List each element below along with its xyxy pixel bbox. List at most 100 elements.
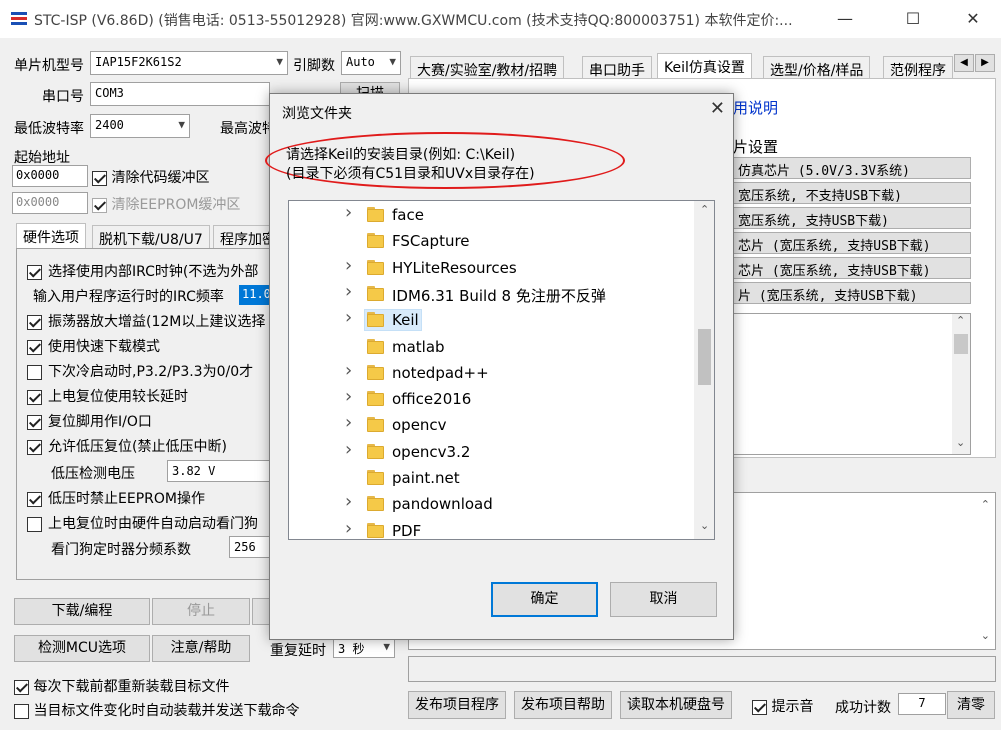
read-disk-id-button[interactable]: 读取本机硬盘号 — [620, 691, 732, 719]
chip-button-4[interactable]: 芯片 (宽压系统, 支持USB下载) — [733, 232, 971, 254]
option-lv-disable-eeprom[interactable]: 低压时禁止EEPROM操作 — [27, 488, 205, 508]
start-address-input[interactable]: 0x0000 — [12, 165, 88, 187]
min-baud-select[interactable]: 2400 ▼ — [90, 114, 190, 138]
option-low-voltage-reset[interactable]: 允许低压复位(禁止低压中断) — [27, 436, 227, 456]
chevron-right-icon[interactable]: › — [345, 360, 352, 381]
option-cold-start-p32[interactable]: 下次冷启动时,P3.2/P3.3为0/0才 — [27, 361, 253, 381]
close-window-button[interactable]: ✕ — [950, 0, 996, 38]
folder-item[interactable]: matlab — [289, 334, 694, 360]
folder-name: opencv3.2 — [392, 442, 471, 461]
folder-icon — [367, 233, 384, 249]
clear-code-checkbox[interactable]: 清除代码缓冲区 — [92, 167, 209, 187]
folder-item[interactable]: › office2016 — [289, 386, 694, 412]
chip-info-scrollbar[interactable]: ⌃ ⌄ — [952, 314, 970, 454]
publish-help-button[interactable]: 发布项目帮助 — [514, 691, 612, 719]
chevron-right-icon[interactable]: › — [345, 491, 352, 512]
folder-icon — [367, 364, 384, 380]
reload-before-download-checkbox[interactable]: 每次下载前都重新装载目标文件 — [14, 676, 229, 696]
option-label: 允许低压复位(禁止低压中断) — [48, 439, 227, 455]
folder-tree[interactable]: ⌃ ⌄ › face FSCapture › HYLiteResources › IDM6.… — [288, 200, 715, 540]
chevron-right-icon[interactable]: › — [345, 202, 352, 223]
chevron-right-icon[interactable]: › — [345, 255, 352, 276]
folder-icon — [367, 522, 384, 538]
checkbox-checked — [27, 314, 42, 330]
tab-keil-simulation[interactable]: Keil仿真设置 — [657, 53, 752, 80]
help-button[interactable]: 注意/帮助 — [152, 635, 250, 662]
minimize-button[interactable]: — — [822, 0, 868, 38]
download-program-button[interactable]: 下载/编程 — [14, 598, 150, 625]
chip-button-6[interactable]: 片 (宽压系统, 支持USB下载) — [733, 282, 971, 304]
chip-button-3[interactable]: 宽压系统, 支持USB下载) — [733, 207, 971, 229]
option-reset-pin-io[interactable]: 复位脚用作I/O口 — [27, 411, 152, 431]
folder-name: pandownload — [392, 495, 493, 514]
chevron-up-icon[interactable]: ⌃ — [956, 314, 965, 327]
option-oscillator-gain[interactable]: 振荡器放大增益(12M以上建议选择 — [27, 311, 265, 331]
chip-button-2[interactable]: 宽压系统, 不支持USB下载) — [733, 182, 971, 204]
folder-item[interactable]: FSCapture — [289, 228, 694, 254]
chevron-right-icon[interactable]: › — [345, 518, 352, 539]
option-internal-irc[interactable]: 选择使用内部IRC时钟(不选为外部 — [27, 261, 258, 281]
option-fast-download[interactable]: 使用快速下载模式 — [27, 336, 160, 356]
option-label: 振荡器放大增益(12M以上建议选择 — [48, 314, 266, 330]
close-icon[interactable]: ✕ — [710, 98, 725, 119]
eeprom-address-input: 0x0000 — [12, 192, 88, 214]
option-label: 上电复位使用较长延时 — [48, 389, 188, 405]
folder-item[interactable]: paint.net — [289, 465, 694, 491]
chevron-right-icon[interactable]: › — [345, 281, 352, 302]
port-select[interactable]: COM3 — [90, 82, 270, 106]
chip-button-1[interactable]: 仿真芯片 (5.0V/3.3V系统) — [733, 157, 971, 179]
detect-mcu-button[interactable]: 检测MCU选项 — [14, 635, 150, 662]
folder-item[interactable]: › IDM6.31 Build 8 免注册不反弹 — [289, 281, 694, 307]
scrollbar-thumb[interactable] — [954, 334, 968, 354]
chevron-right-icon[interactable]: › — [345, 439, 352, 460]
option-auto-watchdog[interactable]: 上电复位时由硬件自动启动看门狗 — [27, 513, 258, 533]
folder-item[interactable]: › pandownload — [289, 491, 694, 517]
ok-button[interactable]: 确定 — [491, 582, 598, 617]
option-long-reset-delay[interactable]: 上电复位使用较长延时 — [27, 386, 188, 406]
reset-count-button[interactable]: 清零 — [947, 691, 995, 719]
folder-item[interactable]: › opencv3.2 — [289, 439, 694, 465]
checkbox-checked — [14, 679, 29, 695]
folder-item[interactable]: › Keil — [289, 307, 694, 333]
cancel-button[interactable]: 取消 — [610, 582, 717, 617]
pins-select[interactable]: Auto ▼ — [341, 51, 401, 75]
chevron-right-icon[interactable]: › — [345, 386, 352, 407]
tab-scroll-right-icon[interactable]: ▶ — [975, 54, 995, 72]
publish-program-button[interactable]: 发布项目程序 — [408, 691, 506, 719]
beep-checkbox[interactable]: 提示音 — [752, 696, 813, 716]
folder-icon — [367, 470, 384, 485]
checkbox-unchecked — [14, 703, 29, 719]
option-label: 选择使用内部IRC时钟(不选为外部 — [48, 264, 259, 280]
chevron-down-icon[interactable]: ⌄ — [981, 629, 990, 642]
folder-item[interactable]: › opencv — [289, 412, 694, 438]
dialog-title: 浏览文件夹 — [282, 106, 352, 122]
chevron-down-icon[interactable]: ⌄ — [700, 519, 709, 532]
tab-hardware-options[interactable]: 硬件选项 — [16, 223, 86, 250]
maximize-button[interactable]: ☐ — [890, 0, 936, 38]
chip-info-textarea[interactable]: ⌃ ⌄ — [733, 313, 971, 455]
mcu-model-select[interactable]: IAP15F2K61S2 ▼ — [90, 51, 288, 75]
folder-item[interactable]: › notedpad++ — [289, 360, 694, 386]
folder-icon — [367, 496, 384, 512]
scrollbar-thumb[interactable] — [698, 329, 711, 385]
chip-button-5[interactable]: 芯片 (宽压系统, 支持USB下载) — [733, 257, 971, 279]
checkbox-checked — [752, 699, 767, 715]
auto-send-checkbox[interactable]: 当目标文件变化时自动装载并发送下载命令 — [14, 700, 299, 720]
folder-item[interactable]: › face — [289, 202, 694, 228]
low-voltage-select[interactable]: 3.82 V — [167, 460, 279, 482]
option-label: 下次冷启动时,P3.2/P3.3为0/0才 — [48, 364, 254, 380]
reload-label: 每次下载前都重新装载目标文件 — [33, 679, 230, 695]
chevron-up-icon[interactable]: ⌃ — [700, 203, 709, 216]
chevron-down-icon: ▼ — [276, 55, 283, 68]
re-program-button[interactable] — [252, 598, 270, 625]
chevron-down-icon[interactable]: ⌄ — [956, 436, 965, 449]
chevron-up-icon[interactable]: ⌃ — [981, 498, 990, 511]
usage-help-link[interactable]: 用说明 — [733, 97, 778, 118]
tab-scroll-left-icon[interactable]: ◀ — [954, 54, 974, 72]
chevron-right-icon[interactable]: › — [345, 412, 352, 433]
folder-item[interactable]: › PDF — [289, 518, 694, 539]
chevron-right-icon[interactable]: › — [345, 307, 352, 328]
tree-scrollbar[interactable]: ⌃ ⌄ — [694, 201, 714, 539]
pins-label: 引脚数 — [293, 58, 335, 74]
folder-item[interactable]: › HYLiteResources — [289, 255, 694, 281]
